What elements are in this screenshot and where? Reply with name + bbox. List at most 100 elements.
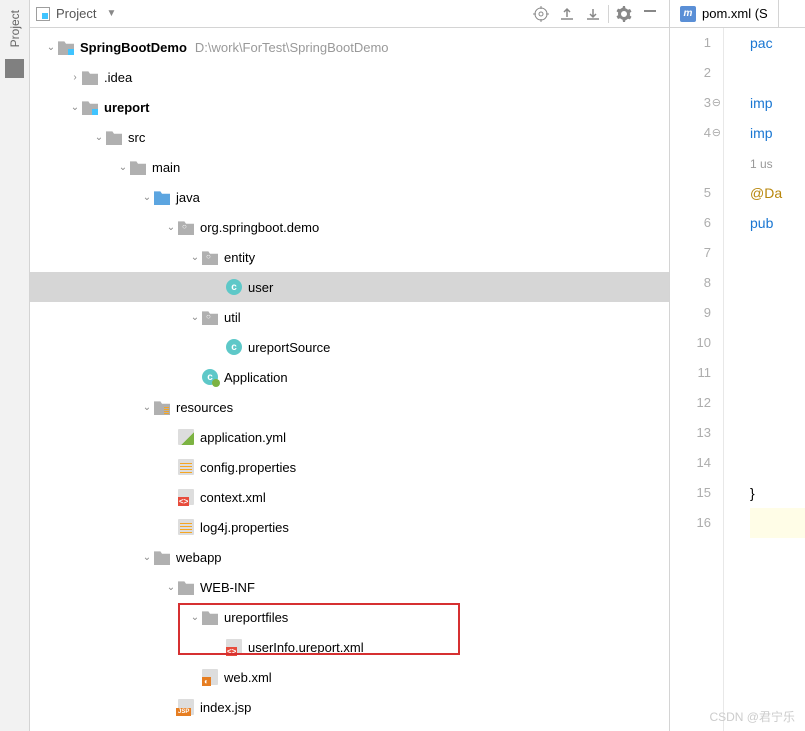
tree-root[interactable]: ⌄ SpringBootDemo D:\work\ForTest\SpringB… <box>30 32 669 62</box>
tree-item-webinf[interactable]: ⌄ WEB-INF <box>30 572 669 602</box>
gutter-line: 12 <box>670 388 711 418</box>
tree-item-application[interactable]: c Application <box>30 362 669 392</box>
resources-folder-icon <box>154 399 170 415</box>
label: web.xml <box>224 670 272 685</box>
label: main <box>152 160 180 175</box>
tab-label: pom.xml (S <box>702 6 768 21</box>
tree-item-main[interactable]: ⌄ main <box>30 152 669 182</box>
project-tool-tab[interactable]: Project <box>8 4 22 53</box>
code-line <box>750 358 805 388</box>
code-line <box>750 508 805 538</box>
gutter-line: 5 <box>670 178 711 208</box>
tree-item-java[interactable]: ⌄ java <box>30 182 669 212</box>
chevron-down-icon[interactable]: ⌄ <box>188 252 202 263</box>
chevron-down-icon[interactable]: ⌄ <box>92 132 106 143</box>
view-dropdown-icon[interactable]: ▼ <box>106 8 116 19</box>
gutter-line: 9 <box>670 298 711 328</box>
code-line <box>750 418 805 448</box>
tree-item-test[interactable]: › test <box>30 722 669 731</box>
tree-item-log4j[interactable]: log4j.properties <box>30 512 669 542</box>
chevron-down-icon[interactable]: ⌄ <box>188 312 202 323</box>
structure-tool-icon[interactable] <box>5 59 24 78</box>
tree-item-ureportfiles[interactable]: ⌄ ureportfiles <box>30 602 669 632</box>
tree-item-src[interactable]: ⌄ src <box>30 122 669 152</box>
module-icon <box>82 99 98 115</box>
gutter[interactable]: 1 2 3⊖ 4⊖ 5 6 7 8 9 10 11 12 13 14 15 16 <box>670 28 724 731</box>
code-line <box>750 58 805 88</box>
gutter-line: 7 <box>670 238 711 268</box>
tree-item-configprops[interactable]: config.properties <box>30 452 669 482</box>
code-line <box>750 328 805 358</box>
gutter-line: 2 <box>670 58 711 88</box>
tree-item-entity[interactable]: ⌄ entity <box>30 242 669 272</box>
label: ureport <box>104 100 150 115</box>
tree-item-package[interactable]: ⌄ org.springboot.demo <box>30 212 669 242</box>
editor-body[interactable]: 1 2 3⊖ 4⊖ 5 6 7 8 9 10 11 12 13 14 15 16… <box>670 28 805 731</box>
editor-tabs: m pom.xml (S <box>670 0 805 28</box>
chevron-down-icon[interactable]: ⌄ <box>140 402 154 413</box>
tree-item-webxml[interactable]: web.xml <box>30 662 669 692</box>
chevron-down-icon[interactable]: ⌄ <box>164 582 178 593</box>
label: config.properties <box>200 460 296 475</box>
gutter-line: 6 <box>670 208 711 238</box>
editor-tab-pom[interactable]: m pom.xml (S <box>670 0 779 27</box>
tree-item-resources[interactable]: ⌄ resources <box>30 392 669 422</box>
gutter-line: 13 <box>670 418 711 448</box>
gear-icon[interactable] <box>613 3 635 25</box>
tool-window-bar[interactable]: Project <box>0 0 30 731</box>
xml-file-icon <box>178 489 194 505</box>
label: src <box>128 130 145 145</box>
label: org.springboot.demo <box>200 220 319 235</box>
properties-file-icon <box>178 519 194 535</box>
project-tree[interactable]: ⌄ SpringBootDemo D:\work\ForTest\SpringB… <box>30 28 669 731</box>
gutter-line: 14 <box>670 448 711 478</box>
tree-item-contextxml[interactable]: context.xml <box>30 482 669 512</box>
code-line: imp <box>750 118 805 148</box>
chevron-down-icon[interactable]: ⌄ <box>116 162 130 173</box>
root-path: D:\work\ForTest\SpringBootDemo <box>195 40 389 55</box>
tree-item-webapp[interactable]: ⌄ webapp <box>30 542 669 572</box>
locate-icon[interactable] <box>530 3 552 25</box>
collapse-all-icon[interactable] <box>582 3 604 25</box>
divider <box>608 5 609 23</box>
package-icon <box>178 219 194 235</box>
code-line: pac <box>750 28 805 58</box>
yml-file-icon <box>178 429 194 445</box>
chevron-right-icon[interactable]: › <box>68 72 82 83</box>
chevron-down-icon[interactable]: ⌄ <box>140 552 154 563</box>
tree-item-util[interactable]: ⌄ util <box>30 302 669 332</box>
expand-all-icon[interactable] <box>556 3 578 25</box>
watermark: CSDN @君宁乐 <box>709 708 795 725</box>
tree-item-userinfo-xml[interactable]: userInfo.ureport.xml <box>30 632 669 662</box>
panel-title: Project <box>56 6 96 21</box>
tree-item-indexjsp[interactable]: index.jsp <box>30 692 669 722</box>
gutter-line: 11 <box>670 358 711 388</box>
chevron-down-icon[interactable]: ⌄ <box>44 42 58 53</box>
fold-icon[interactable]: ⊖ <box>712 118 721 148</box>
tree-item-ureport[interactable]: ⌄ ureport <box>30 92 669 122</box>
gutter-line: 1 <box>670 28 711 58</box>
fold-icon[interactable]: ⊖ <box>712 88 721 118</box>
tree-item-ureport-source[interactable]: c ureportSource <box>30 332 669 362</box>
tree-item-idea[interactable]: › .idea <box>30 62 669 92</box>
gutter-line: 4⊖ <box>670 118 711 148</box>
label: entity <box>224 250 255 265</box>
code-line <box>750 298 805 328</box>
label: ureportfiles <box>224 610 288 625</box>
code-line: pub <box>750 208 805 238</box>
label: java <box>176 190 200 205</box>
folder-icon <box>178 579 194 595</box>
code-line <box>750 268 805 298</box>
folder-icon <box>106 129 122 145</box>
tree-item-appyml[interactable]: application.yml <box>30 422 669 452</box>
chevron-down-icon[interactable]: ⌄ <box>164 222 178 233</box>
tree-item-user[interactable]: c user <box>30 272 669 302</box>
code-area[interactable]: pac imp imp 1 us @Da pub } <box>724 28 805 731</box>
panel-header: Project ▼ <box>30 0 669 28</box>
chevron-down-icon[interactable]: ⌄ <box>140 192 154 203</box>
label: userInfo.ureport.xml <box>248 640 364 655</box>
code-line: 1 us <box>750 148 805 178</box>
hide-icon[interactable] <box>639 3 661 25</box>
chevron-down-icon[interactable]: ⌄ <box>68 102 82 113</box>
chevron-down-icon[interactable]: ⌄ <box>188 612 202 623</box>
